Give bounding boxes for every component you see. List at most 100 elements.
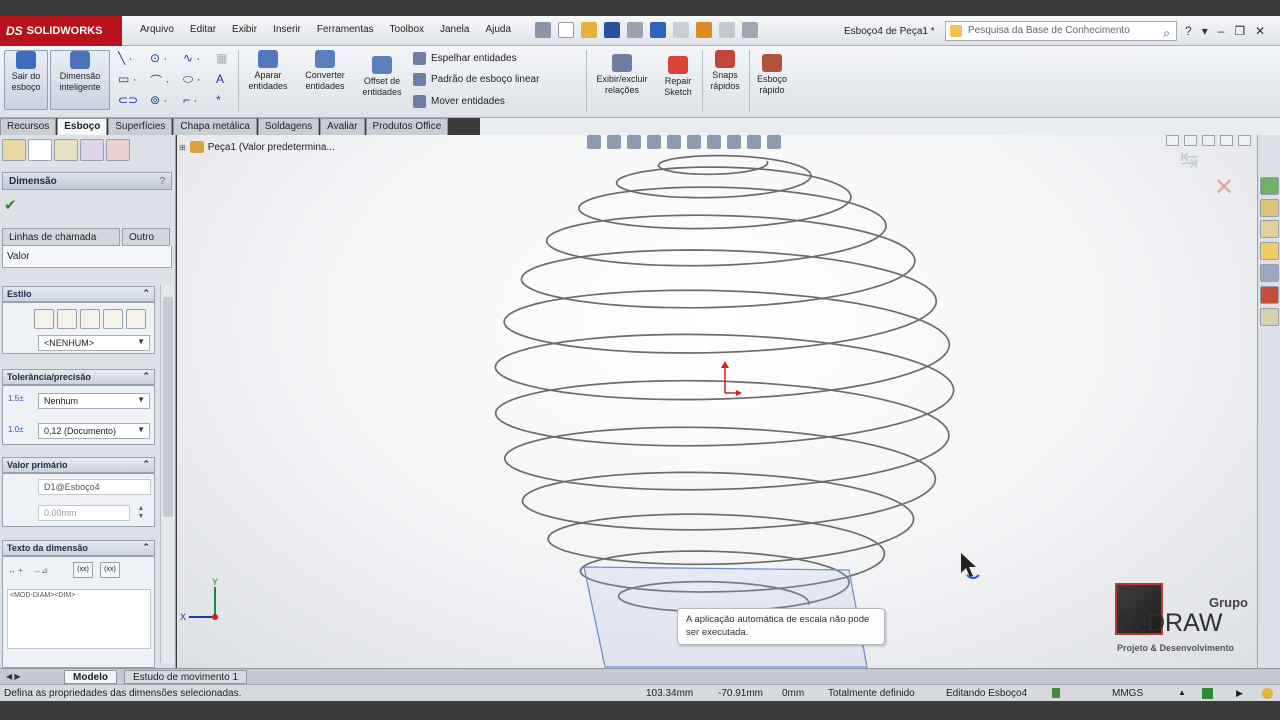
point-tool-icon[interactable]: * <box>216 93 244 109</box>
tolerance-group-header[interactable]: Tolerância/precisão ⌃ <box>2 369 155 385</box>
xx-button-2[interactable]: (xx) <box>100 562 120 578</box>
plane-tool-icon[interactable]: ▦ <box>216 51 244 67</box>
add-style-icon[interactable] <box>57 309 77 329</box>
style-group-header[interactable]: Estilo ⌃ <box>2 286 155 302</box>
mirror-entities-button[interactable]: Espelhar entidades <box>413 52 517 65</box>
dimension-text-area[interactable]: <MOD-DIAM><DIM> <box>7 589 151 649</box>
notification-icon[interactable] <box>1262 688 1273 699</box>
feature-manager-tab[interactable] <box>2 139 26 161</box>
expand-statusbar-icon[interactable]: ▶ <box>1236 688 1243 699</box>
menu-toolbox[interactable]: Toolbox <box>382 24 432 35</box>
tab-avaliar[interactable]: Avaliar <box>320 118 365 135</box>
tab-esboco[interactable]: Esboço <box>57 118 108 135</box>
file-explorer-icon[interactable] <box>1260 220 1279 238</box>
menu-exibir[interactable]: Exibir <box>224 24 265 35</box>
solidworks-resources-icon[interactable] <box>1260 177 1279 195</box>
tab-model[interactable]: Modelo <box>64 670 117 684</box>
tab-chapa-metalica[interactable]: Chapa metálica <box>173 118 257 135</box>
restore-icon[interactable]: ❐ <box>1234 24 1245 38</box>
menu-arquivo[interactable]: Arquivo <box>132 24 182 35</box>
tab-superficies[interactable]: Superfícies <box>108 118 173 135</box>
tab-scroll-icon[interactable]: ◀ ▶ <box>6 672 21 681</box>
chevron-up-icon[interactable]: ▲ <box>1178 688 1186 697</box>
rebuild-icon[interactable] <box>696 22 712 38</box>
delete-style-icon[interactable] <box>103 309 123 329</box>
dimension-value-field[interactable]: 0.00mm <box>38 505 130 521</box>
linear-pattern-button[interactable]: Padrão de esboço linear <box>413 73 539 86</box>
tolerance-select[interactable]: Nenhum ▼ <box>38 393 150 409</box>
arc-tool-icon[interactable]: ⌒ · <box>150 72 178 88</box>
graphics-area[interactable]: ⊞ Peça1 (Valor predetermina... ƒ ε <box>177 135 1257 668</box>
tab-recursos[interactable]: Recursos <box>0 118 57 135</box>
menu-ferramentas[interactable]: Ferramentas <box>309 24 382 35</box>
rebuild-indicator-icon[interactable] <box>1052 688 1060 698</box>
smart-dimension-button[interactable]: Dimensão inteligente <box>50 50 110 110</box>
fillet-tool-icon[interactable]: ⌐ · <box>183 93 211 109</box>
minimize-icon[interactable]: – <box>1218 24 1225 38</box>
design-library-icon[interactable] <box>1260 199 1279 217</box>
tab-motion-study[interactable]: Estudo de movimento 1 <box>124 670 248 684</box>
spline-tool-icon[interactable]: ∿ · <box>183 51 211 67</box>
undo-icon[interactable] <box>650 22 666 38</box>
offset-entities-button[interactable]: Offset de entidades <box>356 56 408 98</box>
rectangle-tool-icon[interactable]: ▭ · <box>118 72 146 88</box>
value-spinner[interactable]: ▲ ▼ <box>132 505 150 521</box>
help-icon[interactable]: ? <box>1185 24 1192 38</box>
chevron-down-icon[interactable]: ▾ <box>1202 24 1208 38</box>
new-document-icon[interactable] <box>558 22 574 38</box>
property-manager-scrollbar[interactable] <box>160 285 174 663</box>
exit-sketch-button[interactable]: Sair do esboço <box>4 50 48 110</box>
options-icon[interactable] <box>742 22 758 38</box>
text-align-icon[interactable]: ↔ + <box>8 566 23 575</box>
tab-leaders[interactable]: Linhas de chamada <box>2 228 120 246</box>
appearances-icon[interactable] <box>1260 286 1279 304</box>
open-icon[interactable] <box>581 22 597 38</box>
save-style-icon[interactable] <box>126 309 146 329</box>
search-icon[interactable]: ⌕ <box>1163 24 1170 42</box>
polygon-tool-icon[interactable]: ⊚ · <box>150 93 178 109</box>
ellipse-tool-icon[interactable]: ⬭ · <box>183 72 211 88</box>
display-manager-tab[interactable] <box>106 139 130 161</box>
close-icon[interactable]: ✕ <box>1255 24 1265 38</box>
slot-tool-icon[interactable]: ⊂⊃ <box>118 93 146 109</box>
dimension-text-group-header[interactable]: Texto da dimensão ⌃ <box>2 540 155 556</box>
tab-value[interactable]: Valor <box>2 246 172 268</box>
repair-sketch-button[interactable]: Repair Sketch <box>658 56 698 98</box>
status-units[interactable]: MMGS <box>1112 688 1143 699</box>
update-style-icon[interactable] <box>80 309 100 329</box>
dimxpert-manager-tab[interactable] <box>80 139 104 161</box>
pin-icon[interactable] <box>535 22 551 38</box>
menu-editar[interactable]: Editar <box>182 24 224 35</box>
primary-value-group-header[interactable]: Valor primário ⌃ <box>2 457 155 473</box>
custom-properties-icon[interactable] <box>1260 308 1279 326</box>
property-manager-tab[interactable] <box>28 139 52 161</box>
select-icon[interactable] <box>673 22 689 38</box>
text-tool-icon[interactable]: A <box>216 72 244 88</box>
menu-janela[interactable]: Janela <box>432 24 477 35</box>
search-results-icon[interactable] <box>1260 242 1279 260</box>
tab-other[interactable]: Outro <box>122 228 170 246</box>
file-properties-icon[interactable] <box>719 22 735 38</box>
tab-soldagens[interactable]: Soldagens <box>257 118 320 135</box>
tab-produtos-office[interactable]: Produtos Office <box>365 118 449 135</box>
dimension-name-field[interactable]: D1@Esboço4 <box>38 479 151 495</box>
print-icon[interactable] <box>627 22 643 38</box>
trim-entities-button[interactable]: Aparar entidades <box>243 50 293 92</box>
cancel-corner-icon[interactable]: ✕ <box>1214 173 1234 202</box>
apply-default-style-icon[interactable] <box>34 309 54 329</box>
display-relations-button[interactable]: Exibir/excluir relações <box>590 54 654 96</box>
help-status-icon[interactable] <box>1202 688 1213 699</box>
ok-checkmark-icon[interactable]: ✔ <box>4 196 17 214</box>
menu-inserir[interactable]: Inserir <box>265 24 309 35</box>
move-entities-button[interactable]: Mover entidades <box>413 95 505 108</box>
style-select[interactable]: <NENHUM> ▼ <box>38 335 150 351</box>
menu-ajuda[interactable]: Ajuda <box>477 24 519 35</box>
line-tool-icon[interactable]: ╲ · <box>118 51 146 67</box>
convert-entities-button[interactable]: Converter entidades <box>298 50 352 92</box>
exit-sketch-corner-icon[interactable]: ↹ <box>1180 147 1198 173</box>
search-input[interactable]: Pesquisa da Base de Conhecimento ⌕ <box>945 21 1177 41</box>
view-palette-icon[interactable] <box>1260 264 1279 282</box>
help-icon[interactable]: ? <box>159 176 165 187</box>
save-icon[interactable] <box>604 22 620 38</box>
precision-select[interactable]: 0,12 (Documento) ▼ <box>38 423 150 439</box>
